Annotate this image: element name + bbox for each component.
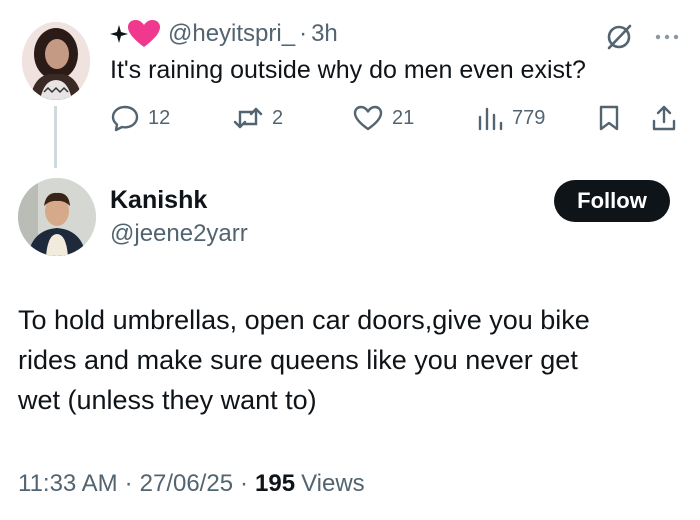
repost-icon [233,107,263,129]
reply-count: 12 [148,106,171,129]
author-name[interactable]: Kanishk [110,186,207,215]
bookmark-button[interactable] [596,98,630,138]
reply-author: Kanishk @jeene2yarr Follow [0,170,700,270]
views-icon [478,107,503,131]
parent-handle[interactable]: @heyitspri_ [168,20,295,48]
repost-button[interactable]: 2 [232,98,283,138]
bookmark-icon [599,105,619,131]
follow-button[interactable]: Follow [554,180,670,222]
action-bar: 12 2 21 779 [0,98,700,138]
reply-views-count: 195 [255,470,296,497]
share-button[interactable] [650,98,686,138]
parent-time[interactable]: 3h [311,20,338,48]
reply-text-line: wet (unless they want to) [18,385,317,415]
avatar[interactable] [22,22,90,100]
views-button[interactable]: 779 [476,98,545,138]
reply-button[interactable]: 12 [110,98,170,138]
sparkle-icon [110,25,128,43]
more-icon[interactable] [652,22,682,52]
like-button[interactable]: 21 [352,98,414,138]
share-icon [652,105,676,131]
views-count: 779 [512,106,546,129]
like-icon [353,105,383,131]
reply-date[interactable]: 27/06/25 [140,470,233,498]
reply-metadata: 11:33 AM · 27/06/25 · 195 Views [18,470,365,498]
parent-tweet-text: It's raining outside why do men even exi… [110,56,586,84]
separator-dot: · [299,20,308,47]
reply-text-line: To hold umbrellas, open car doors,give y… [18,305,590,335]
repost-count: 2 [272,106,284,129]
like-count: 21 [392,106,415,129]
grok-icon[interactable] [604,22,634,52]
reply-text-line: rides and make sure queens like you neve… [18,345,578,375]
reply-time[interactable]: 11:33 AM [18,470,118,498]
pink-heart-icon [128,20,160,47]
reply-tweet-text: To hold umbrellas, open car doors,give y… [18,300,678,420]
separator-dot: · [124,470,133,497]
reply-icon [111,105,139,132]
separator-dot: · [240,470,249,497]
author-handle[interactable]: @jeene2yarr [110,220,248,248]
parent-tweet[interactable]: @heyitspri_ · 3h It's raining outside wh… [0,0,700,168]
reply-views-label: Views [301,470,365,497]
display-name-emoji[interactable] [110,20,160,48]
avatar[interactable] [18,178,96,256]
parent-header: @heyitspri_ · 3h [110,18,338,50]
